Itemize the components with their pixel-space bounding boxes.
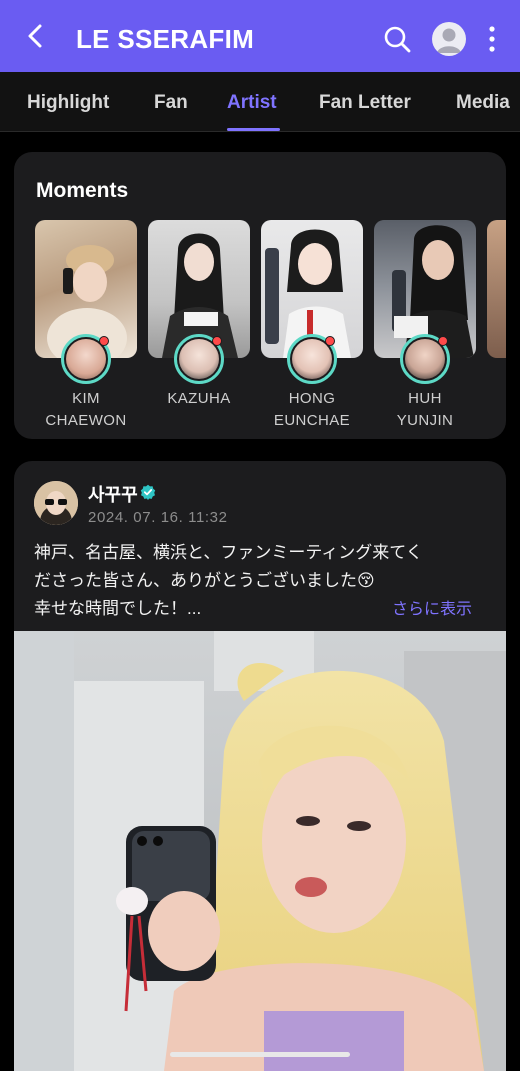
member-name: KAZUHA [167, 390, 231, 407]
show-more-link[interactable]: さらに表示 [392, 595, 472, 619]
moment-item-huh-yunjin[interactable]: HUH YUNJIN [374, 220, 476, 429]
author-avatar[interactable] [34, 481, 78, 525]
post-timestamp: 2024. 07. 16. 11:32 [88, 509, 228, 526]
moments-title: Moments [36, 179, 129, 202]
new-moment-dot [99, 336, 109, 346]
tab-highlight[interactable]: Highlight [27, 92, 109, 114]
post-photo[interactable] [14, 631, 506, 1071]
search-icon[interactable] [382, 24, 412, 54]
post-text-line: 神戸、名古屋、横浜と、ファンミーティング来てく [34, 543, 423, 562]
new-moment-dot [438, 336, 448, 346]
author-name[interactable]: 사꾸꾸 [88, 481, 138, 507]
moments-section: Moments KIM CHAEWON KAZUHA HONG EUNCHAE … [14, 152, 506, 439]
tab-bar: Highlight Fan Artist Fan Letter Media [0, 72, 520, 132]
member-name: HONG EUNCHAE [273, 390, 351, 429]
moment-item-partial[interactable] [487, 220, 506, 358]
moment-item-hong-eunchae[interactable]: HONG EUNCHAE [261, 220, 363, 429]
tab-fan[interactable]: Fan [154, 92, 188, 114]
moment-item-kazuha[interactable]: KAZUHA [148, 220, 250, 407]
new-moment-dot [325, 336, 335, 346]
tab-artist[interactable]: Artist [227, 92, 277, 114]
more-vertical-icon[interactable] [484, 24, 500, 54]
post-text-line: ださった皆さん、ありがとうございました😚 [34, 571, 375, 590]
member-name: KIM CHAEWON [45, 390, 127, 429]
app-header: LE SSERAFIM [0, 0, 520, 72]
moment-thumbnail[interactable] [487, 220, 506, 358]
chevron-left-icon[interactable] [22, 22, 50, 50]
tab-fan-letter[interactable]: Fan Letter [319, 92, 411, 114]
member-name: HUH YUNJIN [396, 390, 454, 429]
page-title: LE SSERAFIM [76, 24, 255, 54]
verified-badge-icon [140, 484, 156, 500]
tab-media[interactable]: Media [456, 92, 510, 114]
avatar-icon[interactable] [432, 22, 466, 56]
home-indicator [170, 1052, 350, 1057]
moment-item-kim-chaewon[interactable]: KIM CHAEWON [35, 220, 137, 429]
new-moment-dot [212, 336, 222, 346]
active-tab-indicator [227, 128, 280, 131]
artist-post[interactable]: 사꾸꾸 2024. 07. 16. 11:32 神戸、名古屋、横浜と、ファンミー… [14, 461, 506, 1071]
